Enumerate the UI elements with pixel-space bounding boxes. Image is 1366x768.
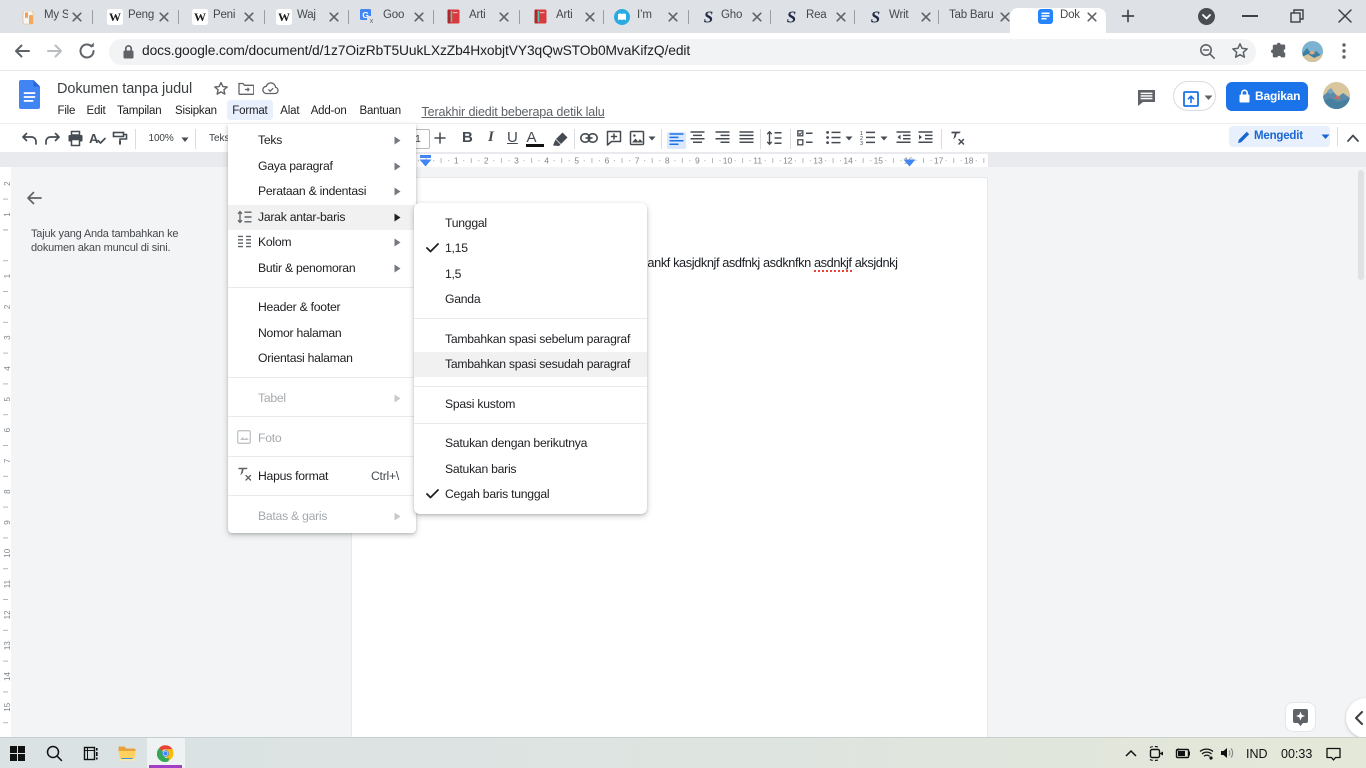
svg-text:17: 17	[934, 156, 944, 166]
svg-text:13: 13	[3, 641, 11, 650]
svg-text:12: 12	[3, 610, 11, 619]
svg-text:2: 2	[3, 304, 11, 309]
svg-text:18: 18	[964, 156, 974, 166]
svg-text:A: A	[89, 131, 99, 146]
svg-text:4: 4	[3, 366, 11, 371]
svg-text:W: W	[194, 10, 206, 24]
svg-text:13: 13	[813, 156, 823, 166]
svg-text:S: S	[871, 9, 880, 25]
svg-text:S: S	[787, 9, 796, 25]
svg-text:12: 12	[783, 156, 793, 166]
svg-text:6: 6	[605, 156, 610, 166]
svg-text:10: 10	[3, 548, 11, 557]
svg-text:11: 11	[753, 156, 762, 166]
svg-text:W: W	[109, 10, 121, 24]
svg-text:2: 2	[3, 181, 11, 186]
svg-text:9: 9	[695, 156, 700, 166]
svg-text:5: 5	[3, 397, 11, 402]
svg-text:1: 1	[3, 273, 11, 278]
svg-text:15: 15	[3, 702, 11, 711]
svg-text:W: W	[278, 10, 290, 24]
svg-text:2: 2	[484, 156, 489, 166]
svg-text:9: 9	[3, 520, 11, 525]
svg-text:S: S	[704, 9, 713, 25]
svg-text:7: 7	[3, 458, 11, 463]
svg-text:10: 10	[723, 156, 733, 166]
svg-text:5: 5	[574, 156, 579, 166]
svg-text:x: x	[370, 16, 374, 25]
svg-text:3: 3	[3, 335, 11, 340]
svg-text:14: 14	[3, 672, 11, 681]
svg-text:11: 11	[3, 579, 11, 588]
svg-text:1: 1	[454, 156, 459, 166]
svg-text:7: 7	[635, 156, 640, 166]
svg-text:6: 6	[3, 427, 11, 432]
svg-text:8: 8	[665, 156, 670, 166]
svg-text:3: 3	[860, 141, 863, 145]
svg-text:4: 4	[544, 156, 549, 166]
svg-text:14: 14	[843, 156, 853, 166]
svg-text:15: 15	[874, 156, 884, 166]
svg-text:1: 1	[3, 212, 11, 217]
svg-text:3: 3	[514, 156, 519, 166]
svg-text:8: 8	[3, 489, 11, 494]
